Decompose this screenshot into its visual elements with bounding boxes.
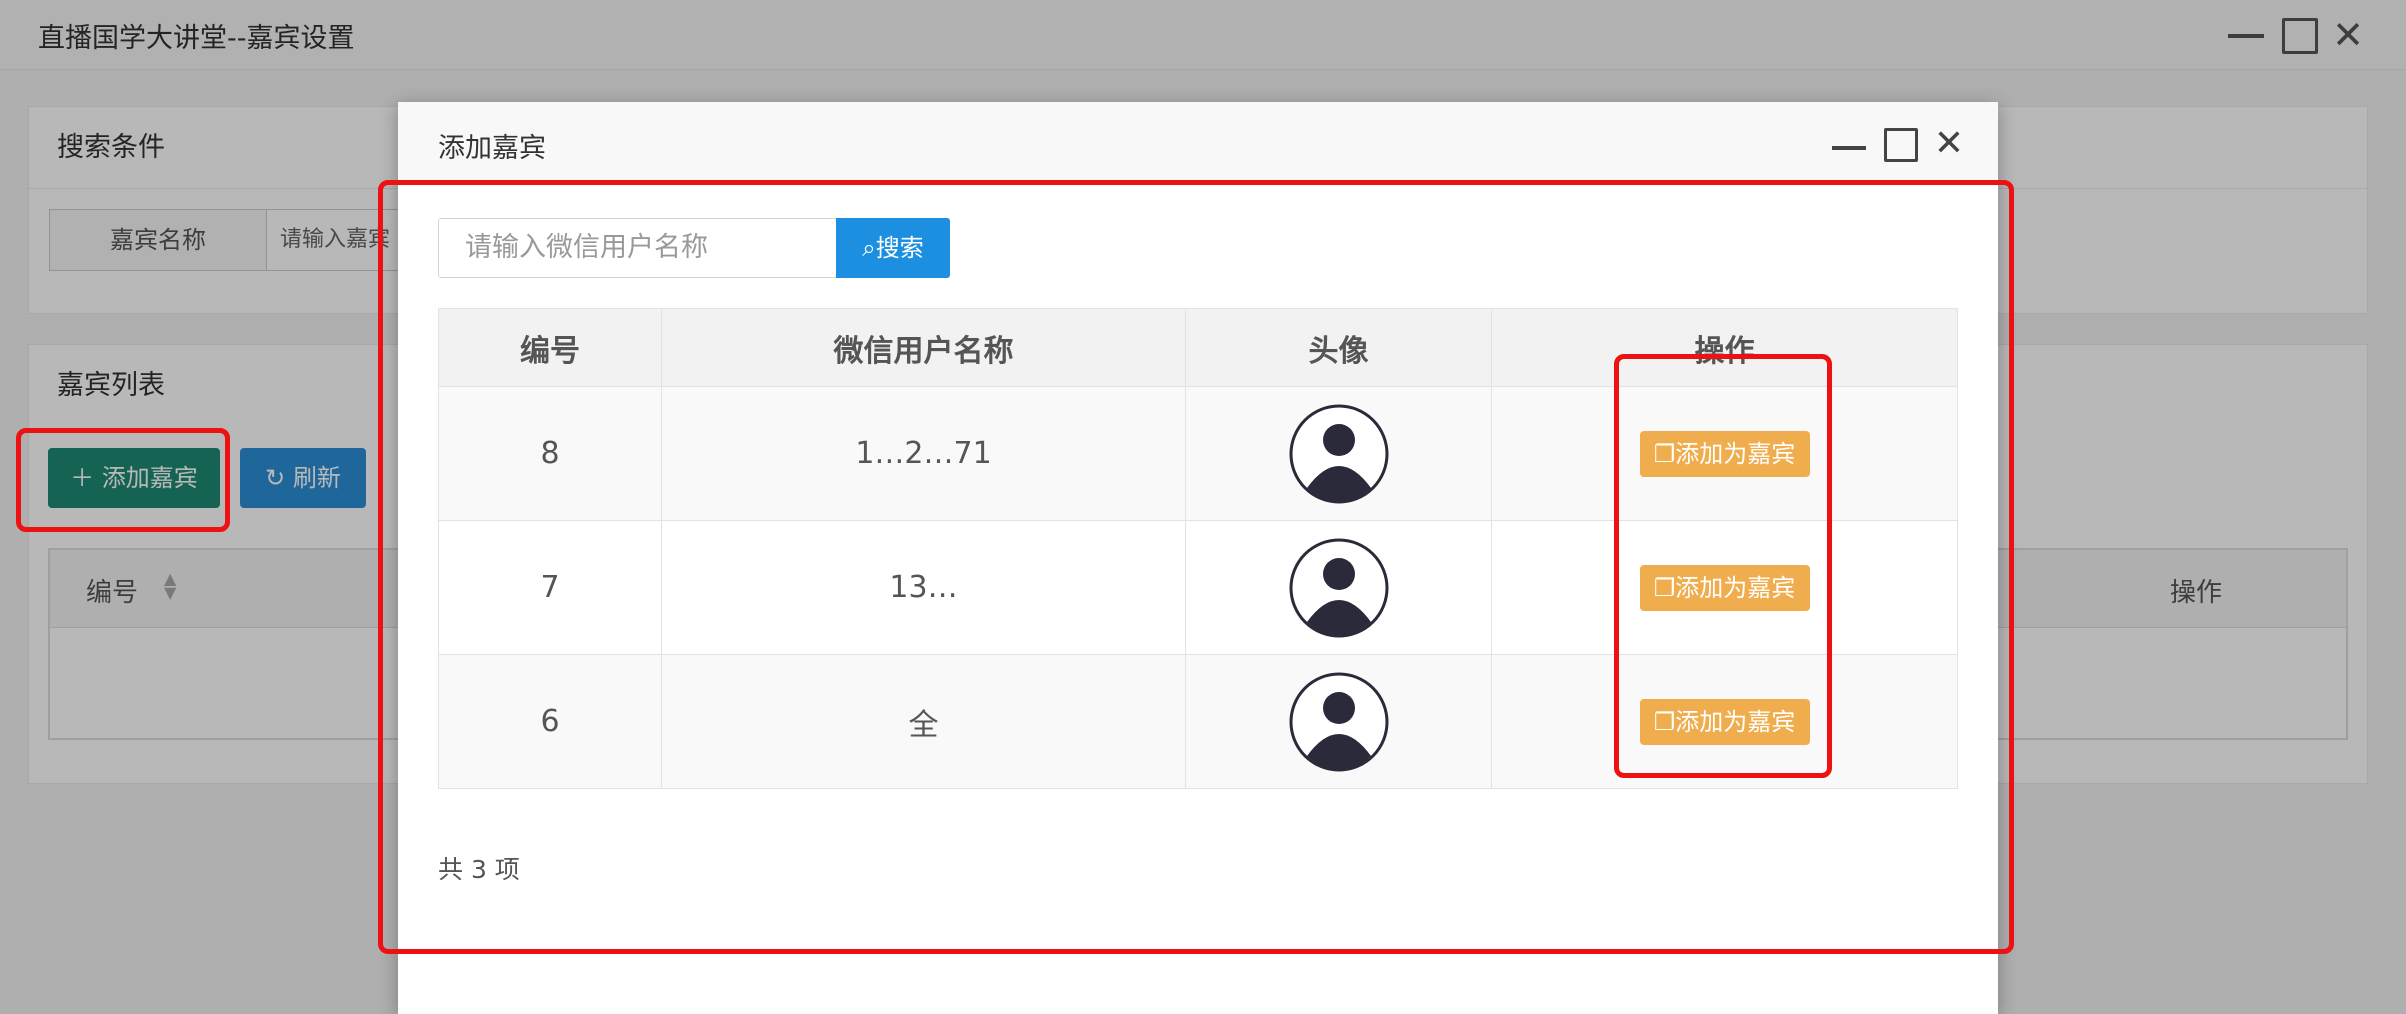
minimize-icon[interactable] bbox=[1832, 128, 1866, 150]
modal-header: 添加嘉宾 ✕ bbox=[398, 102, 1998, 184]
annotation-box-add-guest bbox=[16, 428, 230, 532]
modal-title: 添加嘉宾 bbox=[438, 133, 546, 164]
close-icon[interactable]: ✕ bbox=[1932, 126, 1966, 162]
maximize-icon[interactable] bbox=[1884, 128, 1918, 162]
annotation-box-actions bbox=[1614, 354, 1832, 778]
